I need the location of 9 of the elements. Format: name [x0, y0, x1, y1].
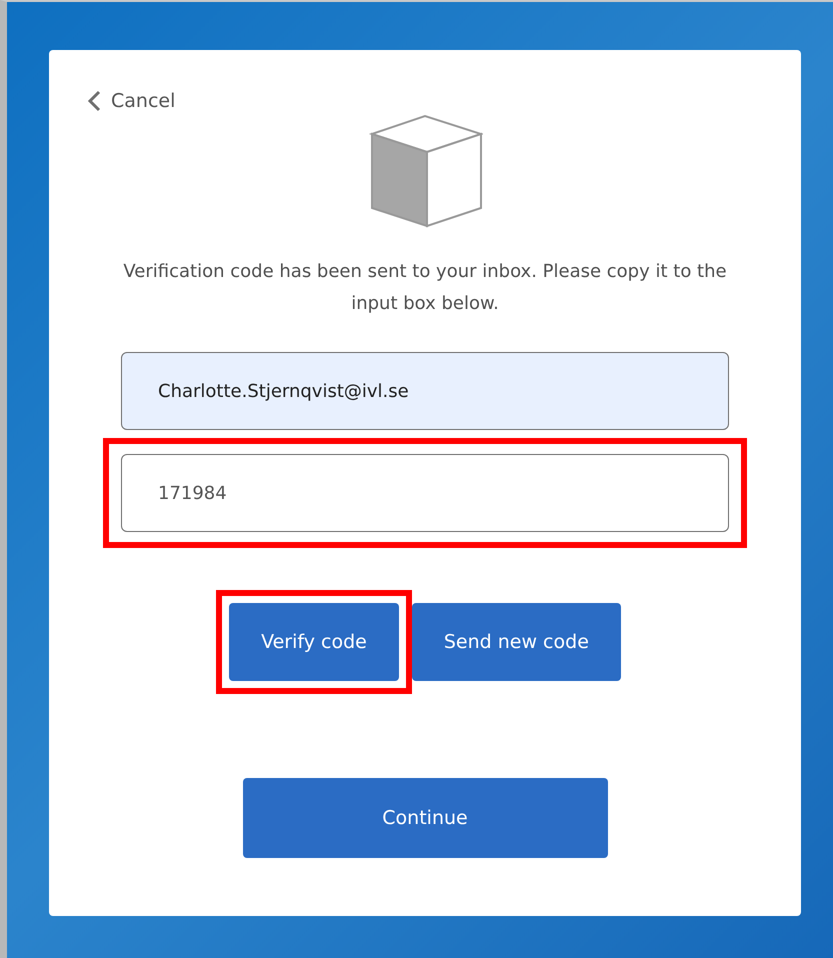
cube-icon: [367, 114, 483, 230]
verify-code-button[interactable]: Verify code: [229, 603, 399, 681]
instruction-text: Verification code has been sent to your inbox. Please copy it to the input box below.: [122, 260, 728, 316]
cancel-link[interactable]: Cancel: [87, 90, 176, 112]
continue-button[interactable]: Continue: [242, 778, 608, 858]
email-field[interactable]: Charlotte.Stjernqvist@ivl.se: [121, 352, 729, 430]
back-chevron-icon: [87, 90, 101, 112]
code-field[interactable]: 171984: [121, 454, 729, 532]
send-new-code-button[interactable]: Send new code: [412, 603, 621, 681]
